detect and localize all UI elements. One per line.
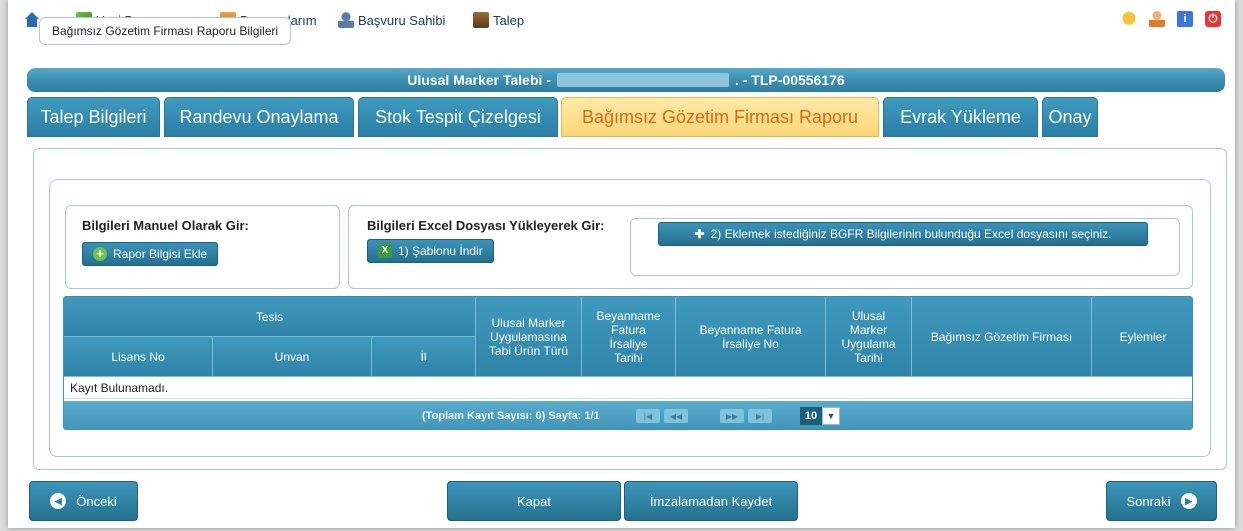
- nav-request-label: Talep: [493, 12, 525, 28]
- last-page-icon[interactable]: ▶|: [748, 409, 772, 423]
- empty-row: Kayıt Bulunamadı.: [64, 377, 1192, 399]
- user-icon[interactable]: [1149, 11, 1165, 27]
- tab-label: Stok Tespit Çizelgesi: [375, 106, 541, 127]
- tab-label: Talep Bilgileri: [40, 106, 147, 127]
- empty-message: Kayıt Bulunamadı.: [70, 380, 169, 395]
- page-size-select[interactable]: 10 ▼: [800, 407, 846, 425]
- pager-info: (Toplam Kayıt Sayısı: 0) Sayfa: 1/1: [422, 410, 600, 422]
- prev-page-icon[interactable]: ◀◀: [664, 409, 688, 423]
- app-window: Yeni Başvuru ▼ Başvurularım Başvuru Sahi…: [8, 0, 1235, 528]
- tab-evrak-yukleme[interactable]: Evrak Yükleme: [883, 97, 1038, 137]
- nav-request[interactable]: Talep: [473, 11, 524, 29]
- column-label: Lisans No: [111, 349, 165, 364]
- header-actions: i ⏻: [1121, 11, 1221, 27]
- redacted-text: [556, 73, 729, 87]
- arrow-right-icon: ▶: [1180, 493, 1197, 509]
- close-button[interactable]: Kapat: [447, 481, 621, 521]
- select-excel-button[interactable]: ✚ 2) Eklemek istediğiniz BGFR Bilgilerin…: [658, 222, 1148, 246]
- save-unsigned-button[interactable]: İmzalamadan Kaydet: [624, 481, 798, 521]
- arrow-left-icon: ◀: [50, 493, 67, 509]
- select-excel-label: 2) Eklemek istediğiniz BGFR Bilgilerinin…: [710, 227, 1112, 241]
- column-label: Unvan: [274, 349, 310, 364]
- column-label: Ulusal Marker Uygulama Tarihi: [841, 308, 896, 365]
- column-actions: Eylemler: [1092, 297, 1192, 377]
- excel-entry-heading: Bilgileri Excel Dosyası Yükleyerek Gir:: [367, 218, 605, 233]
- next-button[interactable]: Sonraki ▶: [1106, 481, 1217, 521]
- download-template-label: 1) Şablonu İndir: [398, 244, 483, 258]
- column-application-date[interactable]: Ulusal Marker Uygulama Tarihi: [826, 297, 912, 377]
- first-page-icon[interactable]: |◀: [636, 409, 660, 423]
- nav-applicant[interactable]: Başvuru Sahibi: [338, 11, 445, 29]
- tab-label: Evrak Yükleme: [900, 106, 1021, 127]
- previous-button[interactable]: ◀ Önceki: [29, 481, 138, 521]
- nav-applicant-label: Başvuru Sahibi: [358, 12, 446, 28]
- page-title-suffix: . - TLP-00556176: [734, 72, 845, 88]
- add-report-label: Rapor Bilgisi Ekle: [113, 247, 208, 261]
- home-link[interactable]: [24, 11, 40, 29]
- info-icon[interactable]: i: [1177, 11, 1193, 27]
- tab-talep-bilgileri[interactable]: Talep Bilgileri: [27, 97, 160, 137]
- column-group-tesis: Tesis: [64, 297, 476, 337]
- plus-icon: +: [93, 247, 107, 261]
- column-label: Bağımsız Gözetim Firması: [930, 329, 1073, 344]
- manual-entry-box: Bilgileri Manuel Olarak Gir: + Rapor Bil…: [65, 205, 340, 289]
- download-template-button[interactable]: X 1) Şablonu İndir: [367, 239, 494, 263]
- column-inspection-firm[interactable]: Bağımsız Gözetim Firması: [912, 297, 1092, 377]
- fieldset-legend-text: Bağımsız Gözetim Firması Raporu Bilgiler…: [52, 24, 279, 38]
- fieldset-legend: Bağımsız Gözetim Firması Raporu Bilgiler…: [39, 17, 292, 45]
- page-title-bar: Ulusal Marker Talebi - . - TLP-00556176: [27, 68, 1225, 92]
- manual-entry-heading: Bilgileri Manuel Olarak Gir:: [82, 218, 249, 233]
- home-icon: [24, 12, 40, 28]
- next-label: Sonraki: [1126, 493, 1171, 509]
- column-group-label: Tesis: [255, 309, 284, 324]
- tab-stok-tespit[interactable]: Stok Tespit Çizelgesi: [358, 97, 558, 137]
- chat-icon[interactable]: [1121, 11, 1137, 27]
- tab-randevu-onaylama[interactable]: Randevu Onaylama: [164, 97, 354, 137]
- pager: (Toplam Kayıt Sayısı: 0) Sayfa: 1/1 |◀ ◀…: [64, 401, 1192, 429]
- column-invoice-date[interactable]: Beyanname Fatura İrsaliye Tarihi: [582, 297, 676, 377]
- column-unvan[interactable]: Unvan: [213, 337, 372, 377]
- column-lisans-no[interactable]: Lisans No: [64, 337, 213, 377]
- power-icon[interactable]: ⏻: [1205, 11, 1221, 27]
- column-label: Eylemler: [1119, 329, 1167, 344]
- column-label: Beyanname Fatura İrsaliye No: [699, 322, 802, 351]
- report-table: Tesis Lisans No Unvan İl Ulusal Marker U…: [63, 296, 1193, 430]
- tab-onay[interactable]: Onay: [1042, 97, 1098, 137]
- column-label: İl: [420, 349, 427, 364]
- plus-icon: ✚: [694, 227, 705, 241]
- next-page-icon[interactable]: ▶▶: [720, 409, 744, 423]
- column-label: Beyanname Fatura İrsaliye Tarihi: [596, 308, 661, 365]
- tab-label: Onay: [1048, 106, 1092, 127]
- tab-bgfr[interactable]: Bağımsız Gözetim Firması Raporu: [561, 97, 879, 137]
- column-invoice-no[interactable]: Beyanname Fatura İrsaliye No: [676, 297, 826, 377]
- close-label: Kapat: [517, 493, 551, 509]
- chevron-down-icon: ▼: [822, 407, 840, 425]
- column-product-type[interactable]: Ulusal Marker Uygulamasına Tabi Ürün Tür…: [476, 297, 582, 377]
- tab-label: Bağımsız Gözetim Firması Raporu: [581, 106, 859, 127]
- save-unsigned-label: İmzalamadan Kaydet: [649, 493, 773, 509]
- add-report-button[interactable]: + Rapor Bilgisi Ekle: [82, 242, 219, 266]
- excel-icon: X: [378, 244, 392, 258]
- page-title-prefix: Ulusal Marker Talebi -: [407, 72, 551, 88]
- applicant-icon: [338, 12, 354, 28]
- page-size-value: 10: [800, 407, 822, 425]
- request-icon: [473, 12, 489, 28]
- column-il[interactable]: İl: [372, 337, 476, 377]
- tab-label: Randevu Onaylama: [179, 106, 339, 127]
- column-label: Ulusal Marker Uygulamasına Tabi Ürün Tür…: [488, 315, 569, 358]
- previous-label: Önceki: [76, 493, 117, 509]
